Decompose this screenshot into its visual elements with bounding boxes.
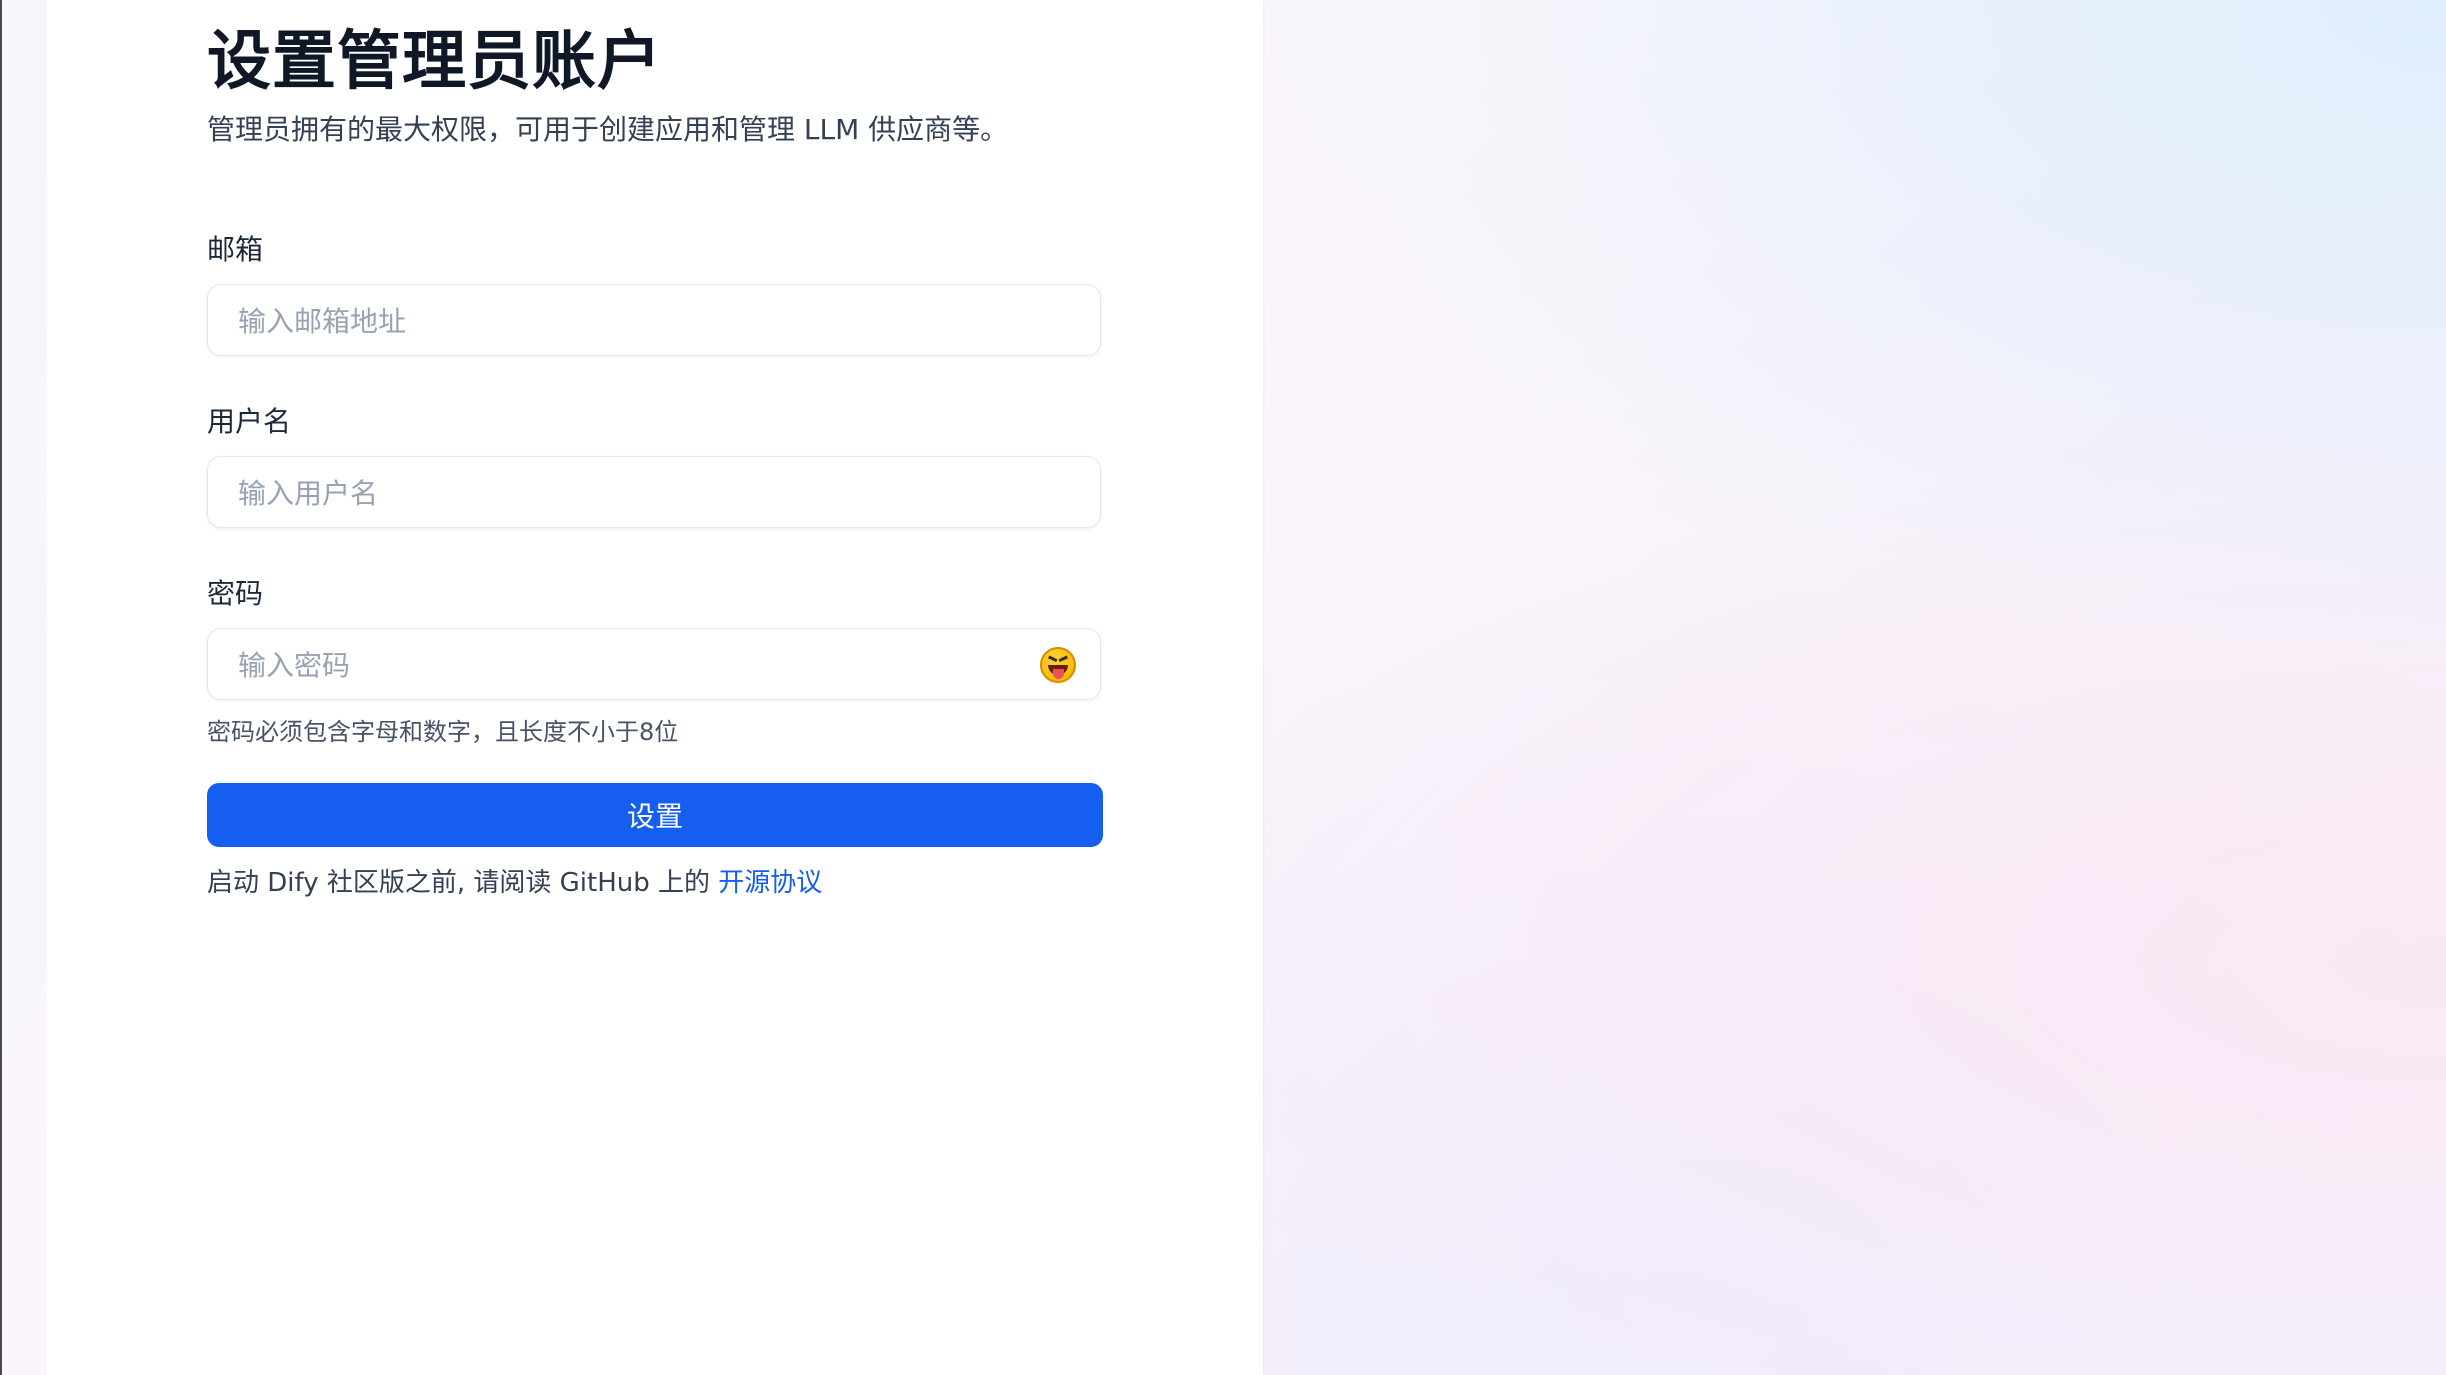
page-subtitle: 管理员拥有的最大权限，可用于创建应用和管理 LLM 供应商等。 [207, 113, 1009, 146]
username-field[interactable] [236, 457, 1040, 529]
emoji-tongue [1053, 669, 1064, 679]
username-field-container[interactable] [207, 456, 1101, 529]
license-notice-text: 启动 Dify 社区版之前, 请阅读 GitHub 上的 [207, 868, 719, 898]
license-link[interactable]: 开源协议 [718, 868, 822, 898]
password-field-container[interactable] [207, 628, 1101, 701]
password-label: 密码 [207, 577, 264, 610]
setup-submit-button[interactable]: 设置 [207, 783, 1103, 847]
winking-tongue-face-icon[interactable] [1040, 647, 1076, 683]
email-field-container[interactable] [207, 284, 1101, 357]
email-field[interactable] [236, 285, 1040, 357]
username-label: 用户名 [207, 405, 292, 438]
password-field[interactable] [236, 629, 1040, 701]
page-title: 设置管理员账户 [207, 25, 662, 99]
page: 设置管理员账户 管理员拥有的最大权限，可用于创建应用和管理 LLM 供应商等。 … [0, 0, 2446, 1375]
form-panel: 设置管理员账户 管理员拥有的最大权限，可用于创建应用和管理 LLM 供应商等。 … [47, 0, 1263, 1375]
password-hint: 密码必须包含字母和数字，且长度不小于8位 [207, 718, 679, 746]
window-edge [0, 0, 2, 1375]
email-label: 邮箱 [207, 233, 264, 266]
license-notice: 启动 Dify 社区版之前, 请阅读 GitHub 上的 开源协议 [207, 862, 822, 899]
